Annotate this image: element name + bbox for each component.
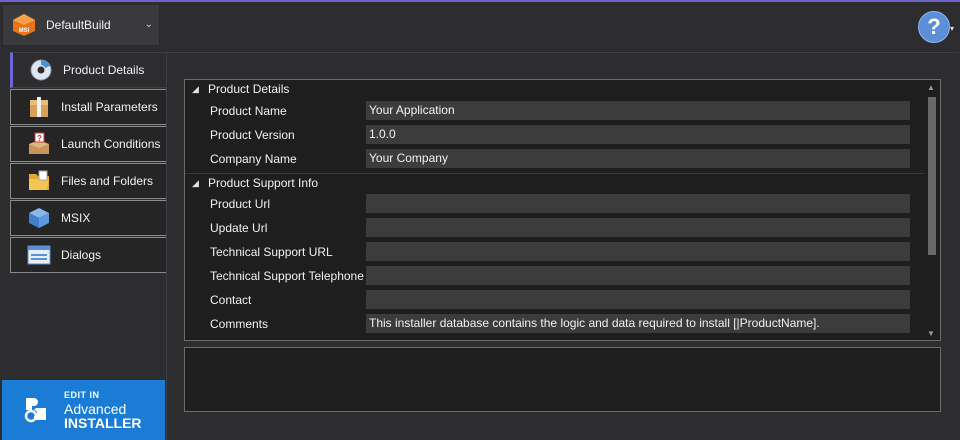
product-name-field[interactable]: Your Application xyxy=(366,101,910,120)
property-row[interactable]: Technical Support URL xyxy=(185,240,924,264)
scroll-up-icon[interactable]: ▲ xyxy=(927,83,935,92)
help-button[interactable]: ? xyxy=(918,11,950,43)
msi-package-icon: MSI xyxy=(13,14,35,36)
property-row[interactable]: Technical Support Telephone xyxy=(185,264,924,288)
nav-item-msix[interactable]: MSIX xyxy=(10,200,166,236)
window-top-accent xyxy=(0,0,960,2)
category-product-details[interactable]: ◢ Product Details xyxy=(185,80,924,98)
technical-support-telephone-field[interactable] xyxy=(366,266,910,285)
property-name: Company Name xyxy=(210,152,297,166)
nav-item-product-details[interactable]: Product Details xyxy=(10,52,166,88)
nav-item-launch-conditions[interactable]: ? Launch Conditions xyxy=(10,126,166,162)
box-question-icon: ? xyxy=(27,132,51,156)
promo-line-2: Advanced xyxy=(64,400,127,417)
build-selector[interactable]: MSI DefaultBuild ⌄ xyxy=(2,4,160,46)
category-title: Product Details xyxy=(208,82,290,96)
property-name: Contact xyxy=(210,293,252,307)
nav-label: Install Parameters xyxy=(61,100,158,114)
property-name: Product Url xyxy=(210,197,271,211)
svg-text:?: ? xyxy=(37,134,42,143)
property-name: Product Version xyxy=(210,128,295,142)
scroll-down-icon[interactable]: ▼ xyxy=(927,329,935,338)
property-row[interactable]: Update Url xyxy=(185,216,924,240)
property-name: Comments xyxy=(210,317,269,331)
nav-item-files-and-folders[interactable]: Files and Folders xyxy=(10,163,166,199)
category-title: Product Support Info xyxy=(208,176,319,190)
nav-item-dialogs[interactable]: Dialogs xyxy=(10,237,166,273)
nav-item-install-parameters[interactable]: Install Parameters xyxy=(10,89,166,125)
nav-label: Files and Folders xyxy=(61,174,154,188)
category-product-support-info[interactable]: ◢ Product Support Info xyxy=(185,174,924,192)
nav-label: MSIX xyxy=(61,211,91,225)
dialog-icon xyxy=(27,243,51,267)
folder-icon xyxy=(27,169,51,193)
property-row[interactable]: Product Version 1.0.0 xyxy=(185,123,924,147)
company-name-field[interactable]: Your Company xyxy=(366,149,910,168)
vertical-scrollbar[interactable]: ▲ ▼ xyxy=(924,80,940,340)
property-description-panel xyxy=(184,347,941,412)
property-row[interactable]: Product Url xyxy=(185,192,924,216)
collapse-triangle-icon[interactable]: ◢ xyxy=(192,178,206,189)
contact-field[interactable] xyxy=(366,290,910,309)
chevron-down-icon[interactable]: ⌄ xyxy=(145,19,153,30)
property-grid[interactable]: ◢ Product Details Product Name Your Appl… xyxy=(184,79,941,341)
cube-icon xyxy=(27,206,51,230)
advanced-installer-logo-icon xyxy=(24,398,46,423)
property-name: Product Name xyxy=(210,104,287,118)
update-url-field[interactable] xyxy=(366,218,910,237)
technical-support-url-field[interactable] xyxy=(366,242,910,261)
edit-in-advanced-installer-button[interactable]: EDIT IN Advanced INSTALLER xyxy=(2,380,165,440)
cd-icon xyxy=(29,58,53,82)
property-row[interactable]: Company Name Your Company xyxy=(185,147,924,171)
property-row[interactable]: Contact xyxy=(185,288,924,312)
nav-label: Product Details xyxy=(63,63,145,77)
promo-line-1: EDIT IN xyxy=(64,389,100,400)
product-url-field[interactable] xyxy=(366,194,910,213)
nav-label: Launch Conditions xyxy=(61,137,161,151)
product-version-field[interactable]: 1.0.0 xyxy=(366,125,910,144)
package-icon xyxy=(27,95,51,119)
comments-field[interactable]: This installer database contains the log… xyxy=(366,314,910,333)
build-name: DefaultBuild xyxy=(46,18,111,32)
property-row[interactable]: Product Name Your Application xyxy=(185,99,924,123)
property-name: Update Url xyxy=(210,221,268,235)
svg-text:MSI: MSI xyxy=(19,28,30,34)
collapse-triangle-icon[interactable]: ◢ xyxy=(192,84,206,95)
help-label: ? xyxy=(927,14,941,39)
promo-line-3: INSTALLER xyxy=(64,414,142,431)
property-name: Technical Support Telephone xyxy=(210,269,364,283)
nav-label: Dialogs xyxy=(61,248,102,262)
property-name: Technical Support URL xyxy=(210,245,333,259)
scroll-thumb[interactable] xyxy=(928,97,936,255)
help-dropdown-icon[interactable]: ▾ xyxy=(950,24,954,33)
property-row[interactable]: Comments This installer database contain… xyxy=(185,312,924,336)
